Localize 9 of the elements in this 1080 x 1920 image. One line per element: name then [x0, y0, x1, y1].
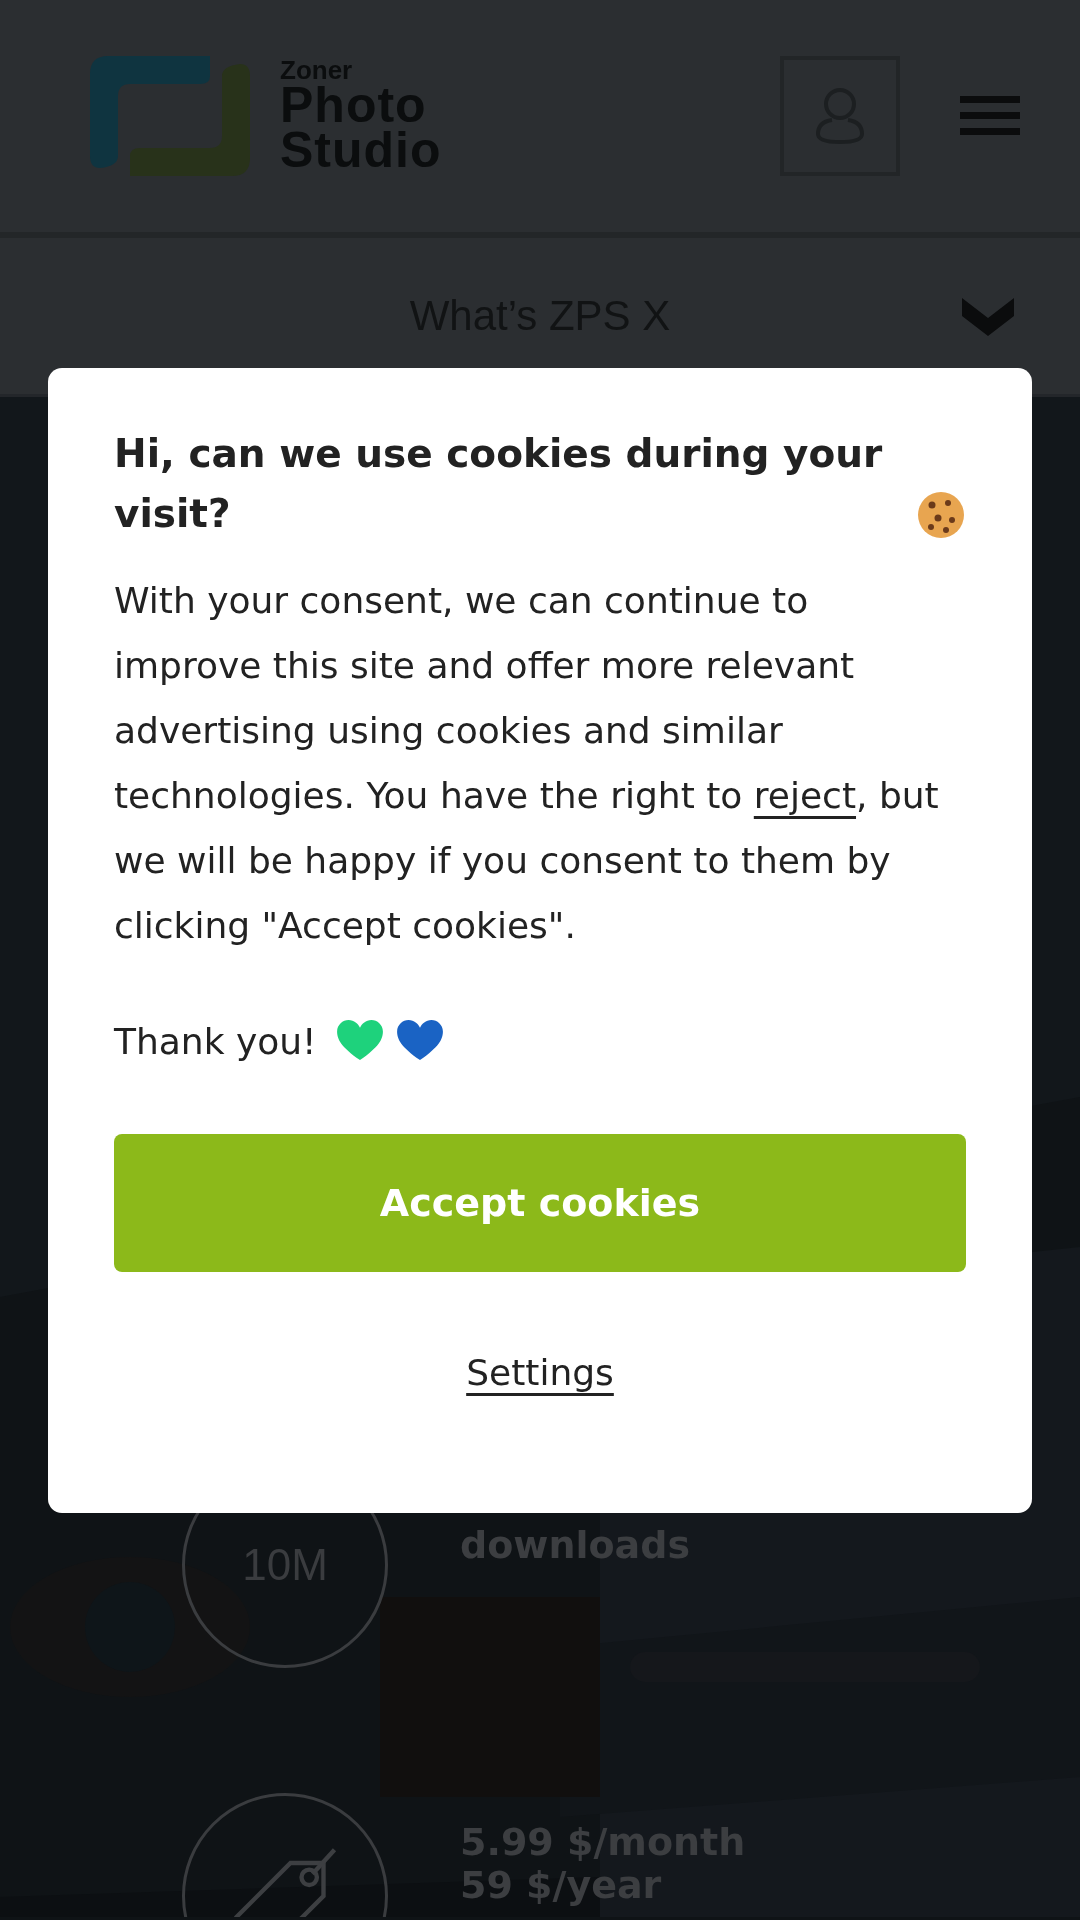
- menu-icon[interactable]: [960, 96, 1020, 136]
- reject-link[interactable]: reject: [753, 775, 856, 816]
- chevron-down-icon: [962, 298, 1014, 336]
- dialog-title: Hi, can we use cookies during your visit?: [114, 430, 884, 538]
- thanks-text: Thank you!: [114, 1020, 317, 1062]
- settings-link[interactable]: Settings: [466, 1352, 614, 1393]
- cookie-icon: [916, 490, 966, 540]
- consent-text: With your consent, we can continue to improve this site and offer more relevant advertising using cookies and similar technologies. You have the right to reject, but we will be happy if you consent to them by clicking "Accept cookies".: [114, 579, 940, 948]
- logo-icon: [90, 56, 250, 176]
